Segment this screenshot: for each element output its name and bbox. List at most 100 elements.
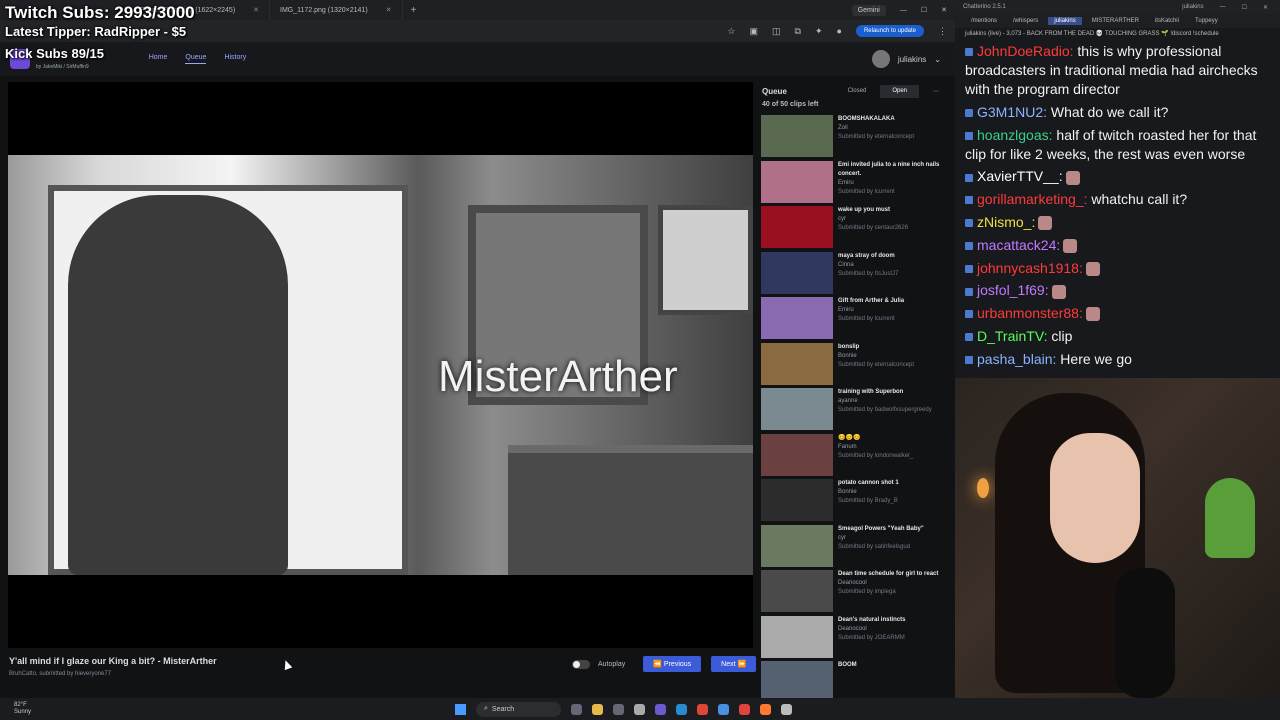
user-menu[interactable]: juliakins ⌄ [871,50,955,68]
chat-username[interactable]: josfol_1f69: [977,282,1049,298]
queue-item-submitter: Submitted by satinfeelsgud [838,543,911,550]
file-explorer-icon[interactable] [592,703,603,715]
emote-icon [1085,307,1100,322]
chat-username[interactable]: JohnDoeRadio: [977,43,1074,59]
queue-item[interactable]: training with Superbon ayanne Submitted by… [758,387,955,433]
chat-tab[interactable]: Tuppeyy [1189,17,1224,25]
badge-icon [965,356,973,365]
chat-username[interactable]: zNismo_: [977,214,1035,230]
chat-tab[interactable]: itsKatchii [1149,17,1185,25]
queue-item[interactable]: Dean time schedule for girl to react Dean… [758,569,955,615]
video-player[interactable]: MisterArther [8,82,753,648]
close-icon[interactable]: ✕ [1263,4,1268,11]
profile-icon[interactable]: ● [837,26,842,36]
chrome-icon[interactable] [697,703,708,715]
queue-open-tab[interactable]: Open [880,85,919,98]
badge-icon [965,242,973,251]
queue-closed-tab[interactable]: Closed [836,85,879,98]
clip-thumbnail[interactable] [761,661,833,703]
relaunch-button[interactable]: Relaunch to update [855,25,924,37]
clip-thumbnail[interactable] [761,388,833,430]
app-icon[interactable] [718,703,729,715]
menu-icon[interactable]: ⋮ [938,26,947,37]
queue-item[interactable]: bonslip Bonnie Submitted by eternalconcept [758,342,955,388]
queue-item[interactable]: Dean's natural instincts Deanocool Submitt… [758,615,955,661]
nav-history[interactable]: History [224,54,246,64]
minimize-icon[interactable]: — [1220,4,1226,11]
chrome-icon[interactable] [739,703,750,715]
clip-thumbnail[interactable] [761,206,833,248]
close-icon[interactable]: ✕ [386,6,392,14]
more-icon[interactable]: ⋯ [921,85,951,98]
close-window-icon[interactable]: ✕ [941,6,947,14]
queue-item[interactable]: wake up you must cyr Submitted by centaur2… [758,205,955,251]
chat-username[interactable]: G3M1NU2: [977,104,1047,120]
chevron-down-icon[interactable]: ⌄ [934,55,941,64]
weather-widget[interactable]: 82°F Sunny [14,702,31,716]
clip-author[interactable]: BruhCatto [9,671,36,677]
extension-icon[interactable]: ✦ [815,26,823,37]
gemini-button[interactable]: Gemini [851,4,886,16]
app-icon[interactable] [781,703,792,715]
chat-tab[interactable]: juliakins [1048,17,1082,25]
maximize-icon[interactable]: ☐ [921,6,927,14]
extension-icon[interactable]: ◫ [772,26,781,37]
taskbar-search[interactable]: ⌕ Search [476,701,561,717]
windows-start-icon[interactable] [455,703,466,715]
queue-item-submitter: Submitted by lcurrent [838,316,895,322]
discord-icon[interactable] [655,703,666,715]
minimize-icon[interactable]: — [900,7,907,14]
chat-user[interactable]: juliakins [1182,4,1203,11]
avatar[interactable] [871,50,890,68]
clip-thumbnail[interactable] [761,342,833,385]
queue-item[interactable]: Smeagol Powers "Yeah Baby" cyr Submitted b… [758,524,955,570]
clip-thumbnail[interactable] [761,433,833,476]
new-tab-icon[interactable]: + [403,5,425,16]
badge-icon [965,173,973,182]
chat-username[interactable]: johnnycash1918: [977,260,1083,276]
chat-username[interactable]: XavierTTV__: [977,168,1063,184]
tab-title: IMG_1172.png (1320×2141) [280,6,368,14]
edge-icon[interactable] [676,703,687,715]
next-button[interactable]: Next ⏩ [711,656,757,672]
clip-thumbnail[interactable] [761,297,833,339]
extension-icon[interactable]: ⧉ [795,26,801,37]
app-icon[interactable] [634,703,645,715]
chat-tab[interactable]: /whispers [1007,17,1044,25]
chat-username[interactable]: D_TrainTV: [977,328,1048,344]
maximize-icon[interactable]: ☐ [1242,4,1247,11]
chat-username[interactable]: pasha_blain: [977,351,1056,367]
clip-thumbnail[interactable] [761,251,833,294]
queue-item[interactable]: Gift from Arther & Julia Emiru Submitted b… [758,296,955,342]
queue-item[interactable]: BOOMSHAKALAKA Zoil Submitted by eternalcon… [758,114,955,160]
chat-tab[interactable]: MISTERARTHER [1086,17,1145,25]
twitch-subs-counter: Twitch Subs: 2993/3000 [5,3,195,22]
clip-thumbnail[interactable] [761,615,833,658]
queue-item-author: ayanne [838,398,858,404]
queue-item-title: 😊😊😊 [838,434,861,441]
task-view-icon[interactable] [571,703,582,715]
extension-icon[interactable]: ▣ [750,26,759,37]
chat-username[interactable]: gorillamarketing_: [977,191,1088,207]
chat-username[interactable]: hoanzlgoas: [977,127,1053,143]
clip-thumbnail[interactable] [761,524,833,567]
chat-username[interactable]: urbanmonster88: [977,305,1083,321]
queue-item[interactable]: Emi invited julia to a nine inch nails c… [758,160,955,206]
chat-tab[interactable]: /mentions [965,17,1003,25]
queue-item[interactable]: potato cannon shot 1 Bonnie Submitted by B… [758,478,955,524]
clip-thumbnail[interactable] [761,479,833,521]
firefox-icon[interactable] [760,703,771,715]
star-icon[interactable]: ☆ [727,26,735,37]
previous-button[interactable]: ⏪ Previous [643,656,702,672]
app-icon[interactable] [613,703,624,715]
close-icon[interactable]: ✕ [253,6,259,14]
queue-item[interactable]: maya stray of doom Cinna Submitted by ItsJ… [758,251,955,297]
browser-tab[interactable]: IMG_1172.png (1320×2141) ✕ [270,0,403,20]
clip-thumbnail[interactable] [761,160,833,203]
autoplay-toggle[interactable] [572,659,590,669]
chat-username[interactable]: macattack24: [977,237,1060,253]
clip-thumbnail[interactable] [761,570,833,612]
chat-message: johnnycash1918: [965,259,1270,278]
queue-item[interactable]: 😊😊😊 Fanum Submitted by londonwalker_ [758,433,955,479]
clip-thumbnail[interactable] [761,115,833,157]
